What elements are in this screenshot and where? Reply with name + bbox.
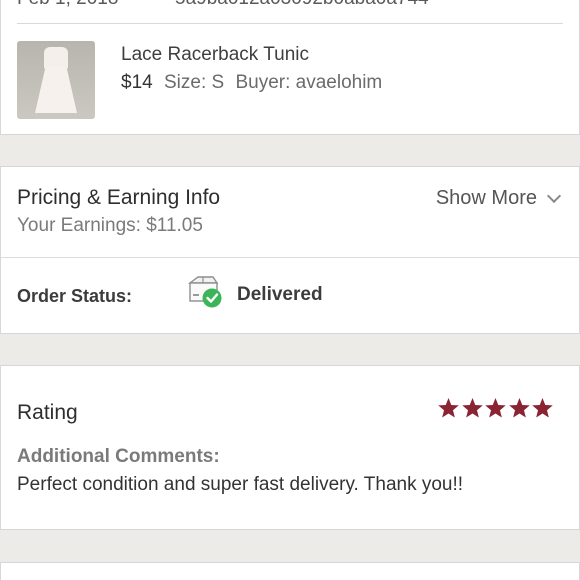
star-icon <box>438 397 459 418</box>
delivered-box-check-icon <box>187 276 222 308</box>
dress-image-top <box>44 47 68 69</box>
star-icon <box>461 397 483 418</box>
rating-card: Rating Additional Comments: Perfect cond… <box>0 365 580 530</box>
show-more-button[interactable]: Show More <box>435 187 562 210</box>
item-price: $14 <box>121 72 153 93</box>
item-buyer: Buyer: avaelohim <box>235 72 383 93</box>
order-meta-row: Feb 1, 2018 5a9ba012a03092b0aba0a744 <box>17 0 563 24</box>
order-date: Feb 1, 2018 <box>17 0 118 10</box>
pricing-card: Pricing & Earning Info Your Earnings: $1… <box>0 166 580 334</box>
order-id: 5a9ba012a03092b0aba0a744 <box>175 0 429 10</box>
star-icon <box>485 397 506 418</box>
next-card <box>0 562 580 580</box>
star-rating <box>437 397 555 419</box>
item-details: $14 Size: S Buyer: avaelohim <box>121 72 382 94</box>
additional-comments-text: Perfect condition and super fast deliver… <box>17 474 464 495</box>
additional-comments-label: Additional Comments: <box>17 446 220 467</box>
chevron-down-icon <box>546 188 562 203</box>
dress-image-skirt <box>35 67 77 113</box>
item-title[interactable]: Lace Racerback Tunic <box>121 44 309 66</box>
show-more-label: Show More <box>435 187 537 209</box>
divider <box>1 257 579 258</box>
item-thumbnail[interactable] <box>17 41 95 119</box>
star-icon <box>508 397 530 418</box>
order-status-label: Order Status: <box>17 286 133 306</box>
rating-title: Rating <box>17 401 78 424</box>
item-size: Size: S <box>163 72 225 93</box>
order-status-value: Delivered <box>237 284 323 305</box>
your-earnings: Your Earnings: $11.05 <box>17 215 203 236</box>
order-summary-card: Feb 1, 2018 5a9ba012a03092b0aba0a744 Lac… <box>0 0 580 135</box>
star-icon <box>532 397 553 418</box>
pricing-title: Pricing & Earning Info <box>17 186 221 209</box>
